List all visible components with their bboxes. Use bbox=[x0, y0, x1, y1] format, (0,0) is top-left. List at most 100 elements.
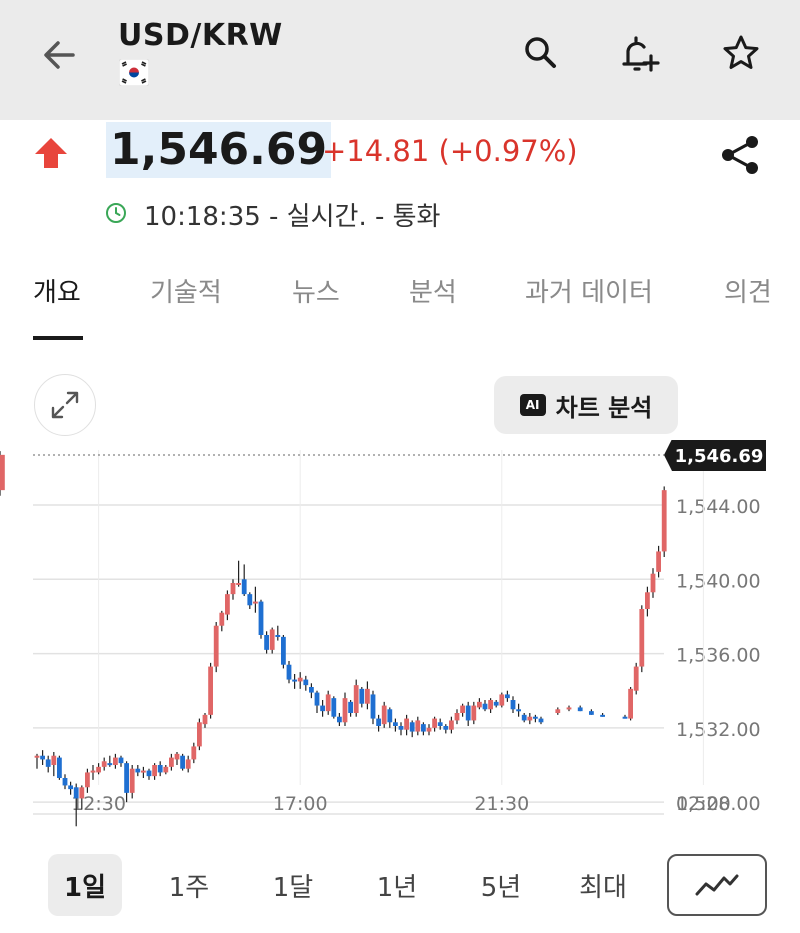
arrow-left-icon bbox=[44, 41, 75, 69]
candle-down bbox=[622, 716, 628, 719]
candle-down bbox=[505, 694, 510, 699]
candle-up bbox=[297, 677, 303, 682]
candle-up bbox=[639, 609, 645, 667]
range-1m-button[interactable]: 1달 bbox=[256, 854, 330, 916]
candle-down bbox=[437, 722, 443, 726]
price-up-arrow-icon bbox=[35, 138, 67, 168]
candle-down bbox=[521, 714, 527, 721]
candle-down bbox=[493, 701, 499, 706]
ai-chart-analysis-button[interactable]: AI 차트 분석 bbox=[494, 376, 678, 434]
line-chart-icon bbox=[695, 874, 739, 896]
tab-analysis[interactable]: 분석 bbox=[409, 272, 457, 309]
last-price-tag-label: 1,546.69 bbox=[675, 446, 764, 467]
candle-down bbox=[258, 601, 264, 635]
candle-up bbox=[449, 720, 454, 730]
favorite-button[interactable] bbox=[716, 28, 766, 78]
candle-up bbox=[34, 755, 40, 758]
candle-up bbox=[163, 766, 169, 773]
candle-down bbox=[264, 635, 269, 650]
search-icon bbox=[525, 37, 556, 68]
tab-technical[interactable]: 기술적 bbox=[150, 272, 222, 309]
candle-up bbox=[353, 685, 359, 713]
add-alert-button[interactable] bbox=[613, 28, 663, 78]
candle-up bbox=[656, 551, 661, 572]
quote-status: 10:18:35 - 실시간. - 통화 bbox=[144, 202, 441, 232]
candle-up bbox=[365, 688, 370, 704]
south-korea-flag-icon bbox=[119, 59, 149, 86]
price-chart[interactable]: 1,544.001,540.001,536.001,532.001,528.00… bbox=[0, 440, 800, 830]
candle-down bbox=[124, 763, 129, 793]
range-max-button[interactable]: 최대 bbox=[566, 854, 640, 916]
range-1d-button[interactable]: 1일 bbox=[48, 854, 122, 916]
candle-up bbox=[236, 583, 241, 585]
candle-down bbox=[359, 688, 365, 704]
candle-down bbox=[292, 679, 297, 682]
candle-down bbox=[303, 679, 309, 686]
tab-opinion[interactable]: 의견 bbox=[724, 272, 772, 309]
candle-up bbox=[96, 766, 101, 773]
candle-up bbox=[101, 761, 107, 767]
candle-up bbox=[0, 454, 5, 491]
candle-up bbox=[141, 770, 146, 773]
candle-up bbox=[174, 753, 180, 760]
bell-plus-icon bbox=[622, 36, 660, 72]
ai-badge-icon: AI bbox=[519, 394, 546, 416]
candle-down bbox=[387, 709, 393, 723]
range-1w-button[interactable]: 1주 bbox=[152, 854, 226, 916]
candle-down bbox=[286, 664, 292, 680]
clock-icon bbox=[106, 203, 126, 223]
candle-up bbox=[90, 770, 96, 773]
candle-up bbox=[79, 787, 85, 799]
x-tick-label: 21:30 bbox=[474, 793, 529, 815]
candle-down bbox=[146, 770, 152, 777]
candle-up bbox=[325, 694, 331, 712]
share-button[interactable] bbox=[716, 130, 766, 180]
candle-up bbox=[555, 709, 561, 713]
range-1y-button[interactable]: 1년 bbox=[360, 854, 434, 916]
tab-news[interactable]: 뉴스 bbox=[292, 272, 340, 309]
tab-overview[interactable]: 개요 bbox=[33, 272, 81, 309]
candle-down bbox=[376, 718, 381, 726]
last-price: 1,546.69 bbox=[106, 122, 332, 178]
candle-up bbox=[404, 718, 409, 730]
ai-chart-analysis-label: 차트 분석 bbox=[555, 393, 653, 422]
candle-up bbox=[253, 601, 258, 604]
search-button[interactable] bbox=[516, 28, 566, 78]
candle-up bbox=[191, 746, 197, 760]
candle-up bbox=[426, 727, 432, 732]
x-tick-label: 02:00 bbox=[676, 793, 731, 815]
expand-chart-button[interactable] bbox=[34, 374, 96, 436]
candle-down bbox=[443, 726, 449, 730]
candle-up bbox=[230, 583, 236, 595]
candle-down bbox=[398, 726, 404, 730]
chart-type-button[interactable] bbox=[667, 854, 767, 916]
candle-down bbox=[118, 757, 124, 764]
candle-up bbox=[169, 757, 174, 767]
share-icon bbox=[722, 136, 758, 174]
range-5y-button[interactable]: 5년 bbox=[464, 854, 538, 916]
back-button[interactable] bbox=[34, 30, 84, 80]
candle-up bbox=[342, 698, 348, 723]
candle-up bbox=[185, 759, 191, 769]
candle-down bbox=[538, 718, 544, 723]
candle-down bbox=[73, 787, 79, 799]
candle-up bbox=[219, 612, 225, 626]
candle-down bbox=[370, 694, 376, 719]
candle-up bbox=[650, 573, 656, 593]
active-tab-indicator bbox=[33, 336, 83, 340]
candle-down bbox=[62, 778, 68, 786]
candle-up bbox=[488, 700, 493, 710]
tab-historical-data[interactable]: 과거 데이터 bbox=[525, 272, 653, 309]
top-app-bar: USD/KRW bbox=[0, 0, 800, 120]
candle-up bbox=[661, 490, 667, 552]
candle-up bbox=[527, 716, 533, 721]
candle-down bbox=[510, 700, 516, 710]
candle-down bbox=[393, 722, 398, 726]
candle-up bbox=[633, 666, 639, 691]
candle-down bbox=[533, 716, 538, 719]
candle-down bbox=[40, 755, 45, 760]
candle-down bbox=[482, 703, 488, 710]
candle-up bbox=[432, 718, 437, 728]
candle-down bbox=[465, 705, 471, 721]
candle-down bbox=[348, 701, 353, 713]
